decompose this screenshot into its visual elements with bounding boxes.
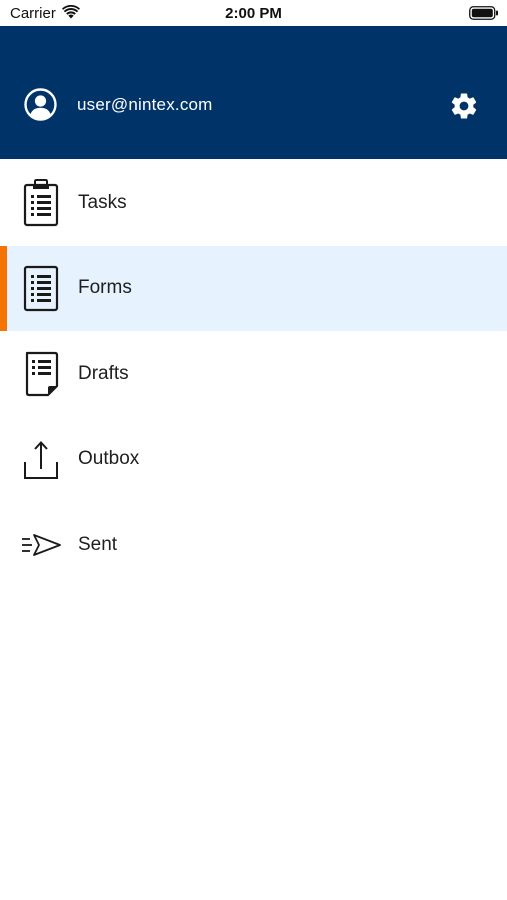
menu-item-label: Drafts	[78, 362, 129, 384]
menu-item-tasks[interactable]: Tasks	[0, 160, 507, 246]
menu-item-drafts[interactable]: Drafts	[0, 331, 507, 417]
menu-item-sent[interactable]: Sent	[0, 502, 507, 588]
user-circle-icon[interactable]	[24, 88, 57, 121]
user-email: user@nintex.com	[77, 95, 213, 114]
menu-item-label: Tasks	[78, 191, 127, 213]
form-list-icon	[23, 266, 59, 312]
menu-item-label: Forms	[78, 277, 132, 299]
menu-item-outbox[interactable]: Outbox	[0, 417, 507, 503]
battery-icon	[469, 6, 498, 20]
outbox-upload-icon	[24, 441, 58, 480]
draft-document-icon	[25, 351, 59, 396]
menu-item-label: Outbox	[78, 448, 140, 470]
account-header: user@nintex.com	[0, 26, 507, 159]
nav-menu: Tasks Forms Drafts Outbox Sent	[0, 160, 507, 588]
clock: 2:00 PM	[225, 5, 282, 22]
paper-plane-icon	[22, 533, 61, 556]
status-bar: Carrier 2:00 PM	[0, 0, 507, 26]
gear-icon[interactable]	[449, 91, 479, 121]
menu-item-forms[interactable]: Forms	[0, 245, 507, 331]
clipboard-list-icon	[23, 178, 59, 226]
menu-item-label: Sent	[78, 533, 118, 555]
selected-indicator	[0, 245, 7, 331]
